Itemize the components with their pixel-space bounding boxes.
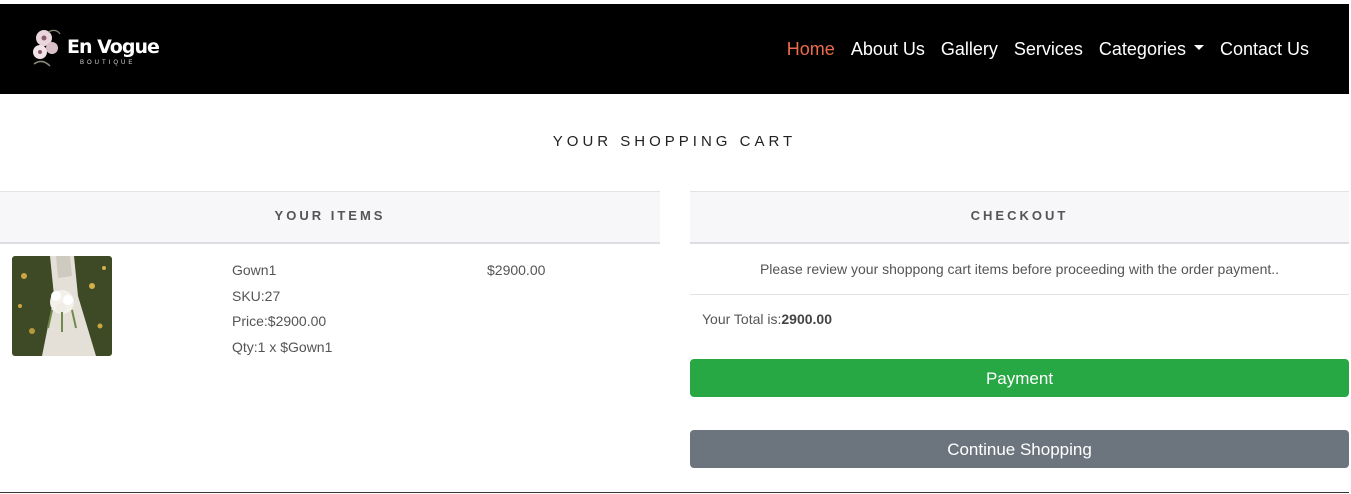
checkout-note: Please review your shoppong cart items b… [690, 244, 1349, 295]
brand-subtitle: BOUTIQUE [80, 60, 136, 66]
items-panel-header: YOUR ITEMS [0, 191, 660, 244]
top-navbar: En Vogue BOUTIQUE Home About Us Gallery … [0, 4, 1349, 94]
cart-items-panel: YOUR ITEMS Gown1 SKU:27 Price:$2900.00 Q… [0, 191, 660, 374]
item-unit-price: Price:$2900.00 [232, 313, 327, 329]
item-line-total: $2900.00 [487, 262, 546, 278]
order-total: Your Total is:2900.00 [690, 295, 1349, 344]
page-title: YOUR SHOPPING CART [552, 133, 797, 150]
item-sku: SKU:27 [232, 287, 281, 304]
nav-about-us[interactable]: About Us [851, 39, 925, 60]
brand-name: En Vogue [67, 36, 160, 58]
total-prefix: Your Total is: [702, 311, 782, 327]
nav-services[interactable]: Services [1014, 39, 1083, 60]
nav-home[interactable]: Home [787, 39, 835, 60]
brand-logo[interactable]: En Vogue BOUTIQUE [30, 24, 160, 76]
item-details: Gown1 SKU:27 Price:$2900.00 Qty:1 x $Gow… [232, 260, 332, 362]
bottom-divider [0, 492, 1349, 493]
caret-down-icon [1193, 45, 1204, 51]
nav-menu: Home About Us Gallery Services Categorie… [771, 4, 1309, 94]
payment-button[interactable]: Payment [690, 359, 1349, 397]
checkout-panel: CHECKOUT Please review your shoppong car… [690, 191, 1349, 468]
nav-categories-dropdown[interactable]: Categories [1099, 39, 1204, 60]
flower-logo-icon [33, 29, 61, 67]
bride-photo-thumbnail[interactable] [12, 256, 112, 356]
item-name: Gown1 [232, 262, 277, 278]
nav-gallery[interactable]: Gallery [941, 39, 998, 60]
nav-contact-us[interactable]: Contact Us [1220, 39, 1309, 60]
nav-categories-label: Categories [1098, 38, 1186, 59]
total-value: 2900.00 [781, 311, 832, 327]
checkout-panel-header: CHECKOUT [690, 191, 1349, 244]
cart-item-row: Gown1 SKU:27 Price:$2900.00 Qty:1 x $Gow… [0, 244, 660, 374]
item-quantity: Qty:1 x $Gown1 [232, 338, 333, 355]
continue-shopping-button[interactable]: Continue Shopping [690, 430, 1349, 468]
